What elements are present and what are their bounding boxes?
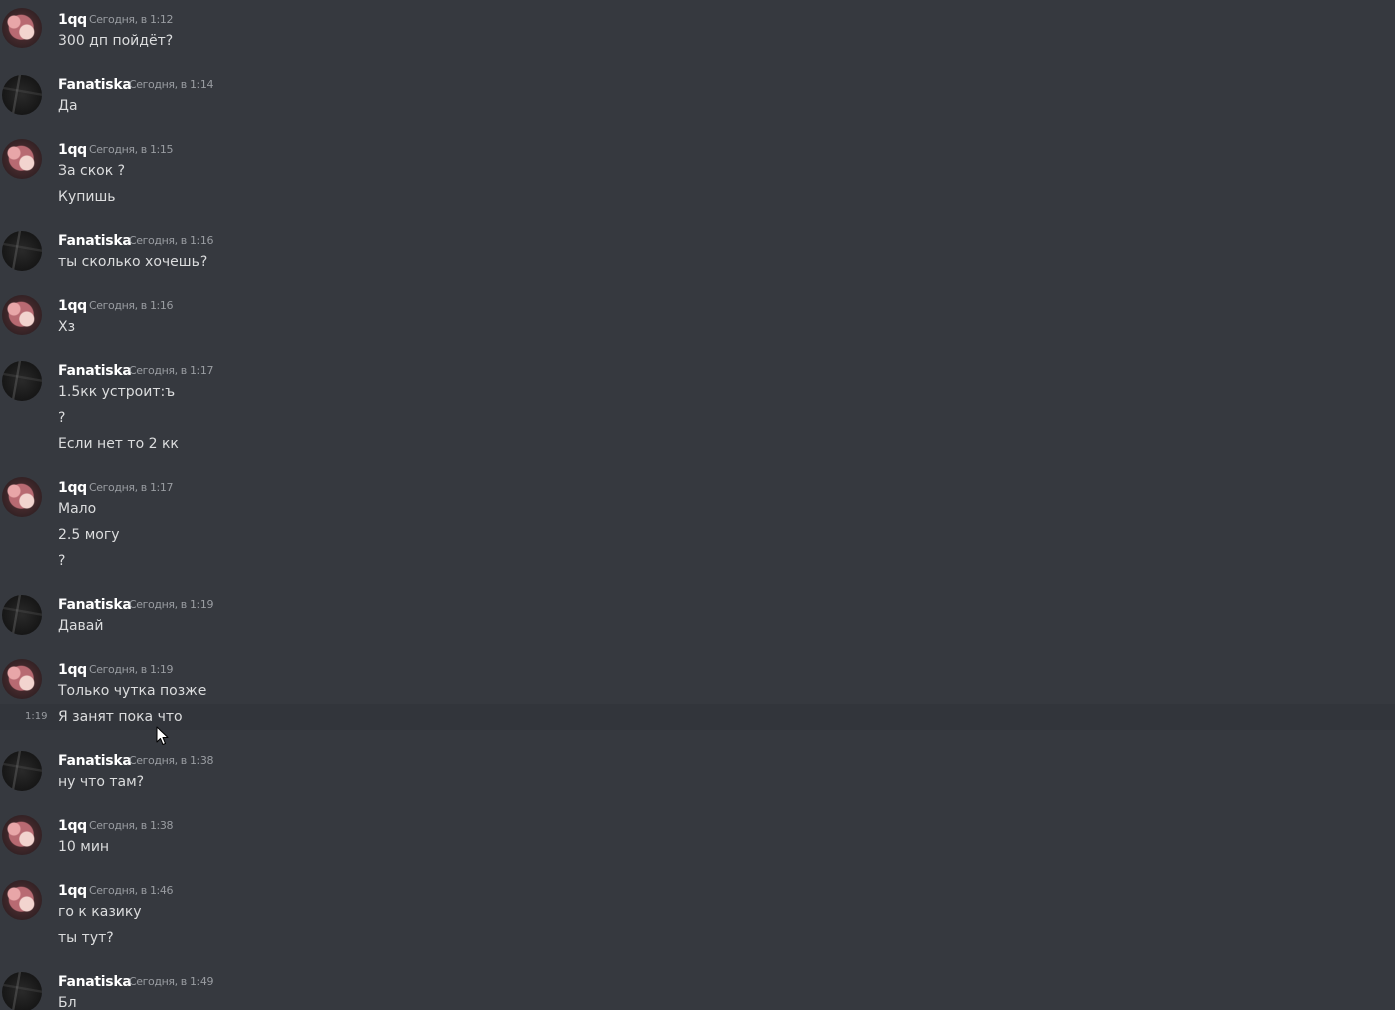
message-text: ? <box>58 553 66 569</box>
username[interactable]: 1qq <box>58 297 87 315</box>
message-text: ? <box>58 410 66 426</box>
avatar[interactable] <box>2 477 42 517</box>
message-timestamp: Сегодня, в 1:12 <box>89 13 174 26</box>
message-text: За скок ? <box>58 163 126 179</box>
message-text: Бл <box>58 995 77 1010</box>
message-timestamp: Сегодня, в 1:38 <box>129 754 214 767</box>
message-text: ну что там? <box>58 774 145 790</box>
arrow-cursor-icon <box>156 726 169 745</box>
message-text: ты тут? <box>58 930 114 946</box>
message-text: Да <box>58 98 78 114</box>
avatar[interactable] <box>2 8 42 48</box>
avatar[interactable] <box>2 295 42 335</box>
username[interactable]: Fanatiska <box>58 973 132 991</box>
username[interactable]: 1qq <box>58 661 87 679</box>
avatar[interactable] <box>2 139 42 179</box>
username[interactable]: Fanatiska <box>58 596 132 614</box>
avatar[interactable] <box>2 659 42 699</box>
message-list: 1:19 1qq Сегодня, в 1:12 300 дп пойдёт? … <box>0 0 1395 1010</box>
message-text: Купишь <box>58 189 116 205</box>
hover-timestamp: 1:19 <box>25 711 48 722</box>
avatar[interactable] <box>2 595 42 635</box>
message-timestamp: Сегодня, в 1:19 <box>129 598 214 611</box>
username[interactable]: Fanatiska <box>58 752 132 770</box>
message-timestamp: Сегодня, в 1:49 <box>129 975 214 988</box>
message-timestamp: Сегодня, в 1:46 <box>89 884 174 897</box>
message-text: ты сколько хочешь? <box>58 254 208 270</box>
message-text: го к казику <box>58 904 142 920</box>
username[interactable]: Fanatiska <box>58 232 132 250</box>
message-text: 2.5 могу <box>58 527 120 543</box>
username[interactable]: 1qq <box>58 141 87 159</box>
message-timestamp: Сегодня, в 1:17 <box>89 481 174 494</box>
message-text: Я занят пока что <box>58 709 183 725</box>
avatar[interactable] <box>2 75 42 115</box>
message-timestamp: Сегодня, в 1:16 <box>129 234 214 247</box>
message-text: Если нет то 2 кк <box>58 436 179 452</box>
username[interactable]: 1qq <box>58 479 87 497</box>
message-text: 1.5кк устроит:ъ <box>58 384 176 400</box>
message-timestamp: Сегодня, в 1:16 <box>89 299 174 312</box>
message-text: Мало <box>58 501 97 517</box>
avatar[interactable] <box>2 880 42 920</box>
username[interactable]: Fanatiska <box>58 362 132 380</box>
avatar[interactable] <box>2 751 42 791</box>
message-timestamp: Сегодня, в 1:19 <box>89 663 174 676</box>
hovered-message-row[interactable] <box>0 704 1395 730</box>
message-timestamp: Сегодня, в 1:14 <box>129 78 214 91</box>
message-text: Давай <box>58 618 104 634</box>
avatar[interactable] <box>2 815 42 855</box>
message-timestamp: Сегодня, в 1:38 <box>89 819 174 832</box>
message-text: 300 дп пойдёт? <box>58 33 174 49</box>
message-timestamp: Сегодня, в 1:15 <box>89 143 174 156</box>
avatar[interactable] <box>2 361 42 401</box>
message-timestamp: Сегодня, в 1:17 <box>129 364 214 377</box>
avatar[interactable] <box>2 231 42 271</box>
username[interactable]: 1qq <box>58 882 87 900</box>
message-text: Хз <box>58 319 76 335</box>
message-text: 10 мин <box>58 839 110 855</box>
avatar[interactable] <box>2 972 42 1010</box>
message-text: Только чутка позже <box>58 683 207 699</box>
username[interactable]: 1qq <box>58 817 87 835</box>
username[interactable]: 1qq <box>58 11 87 29</box>
username[interactable]: Fanatiska <box>58 76 132 94</box>
